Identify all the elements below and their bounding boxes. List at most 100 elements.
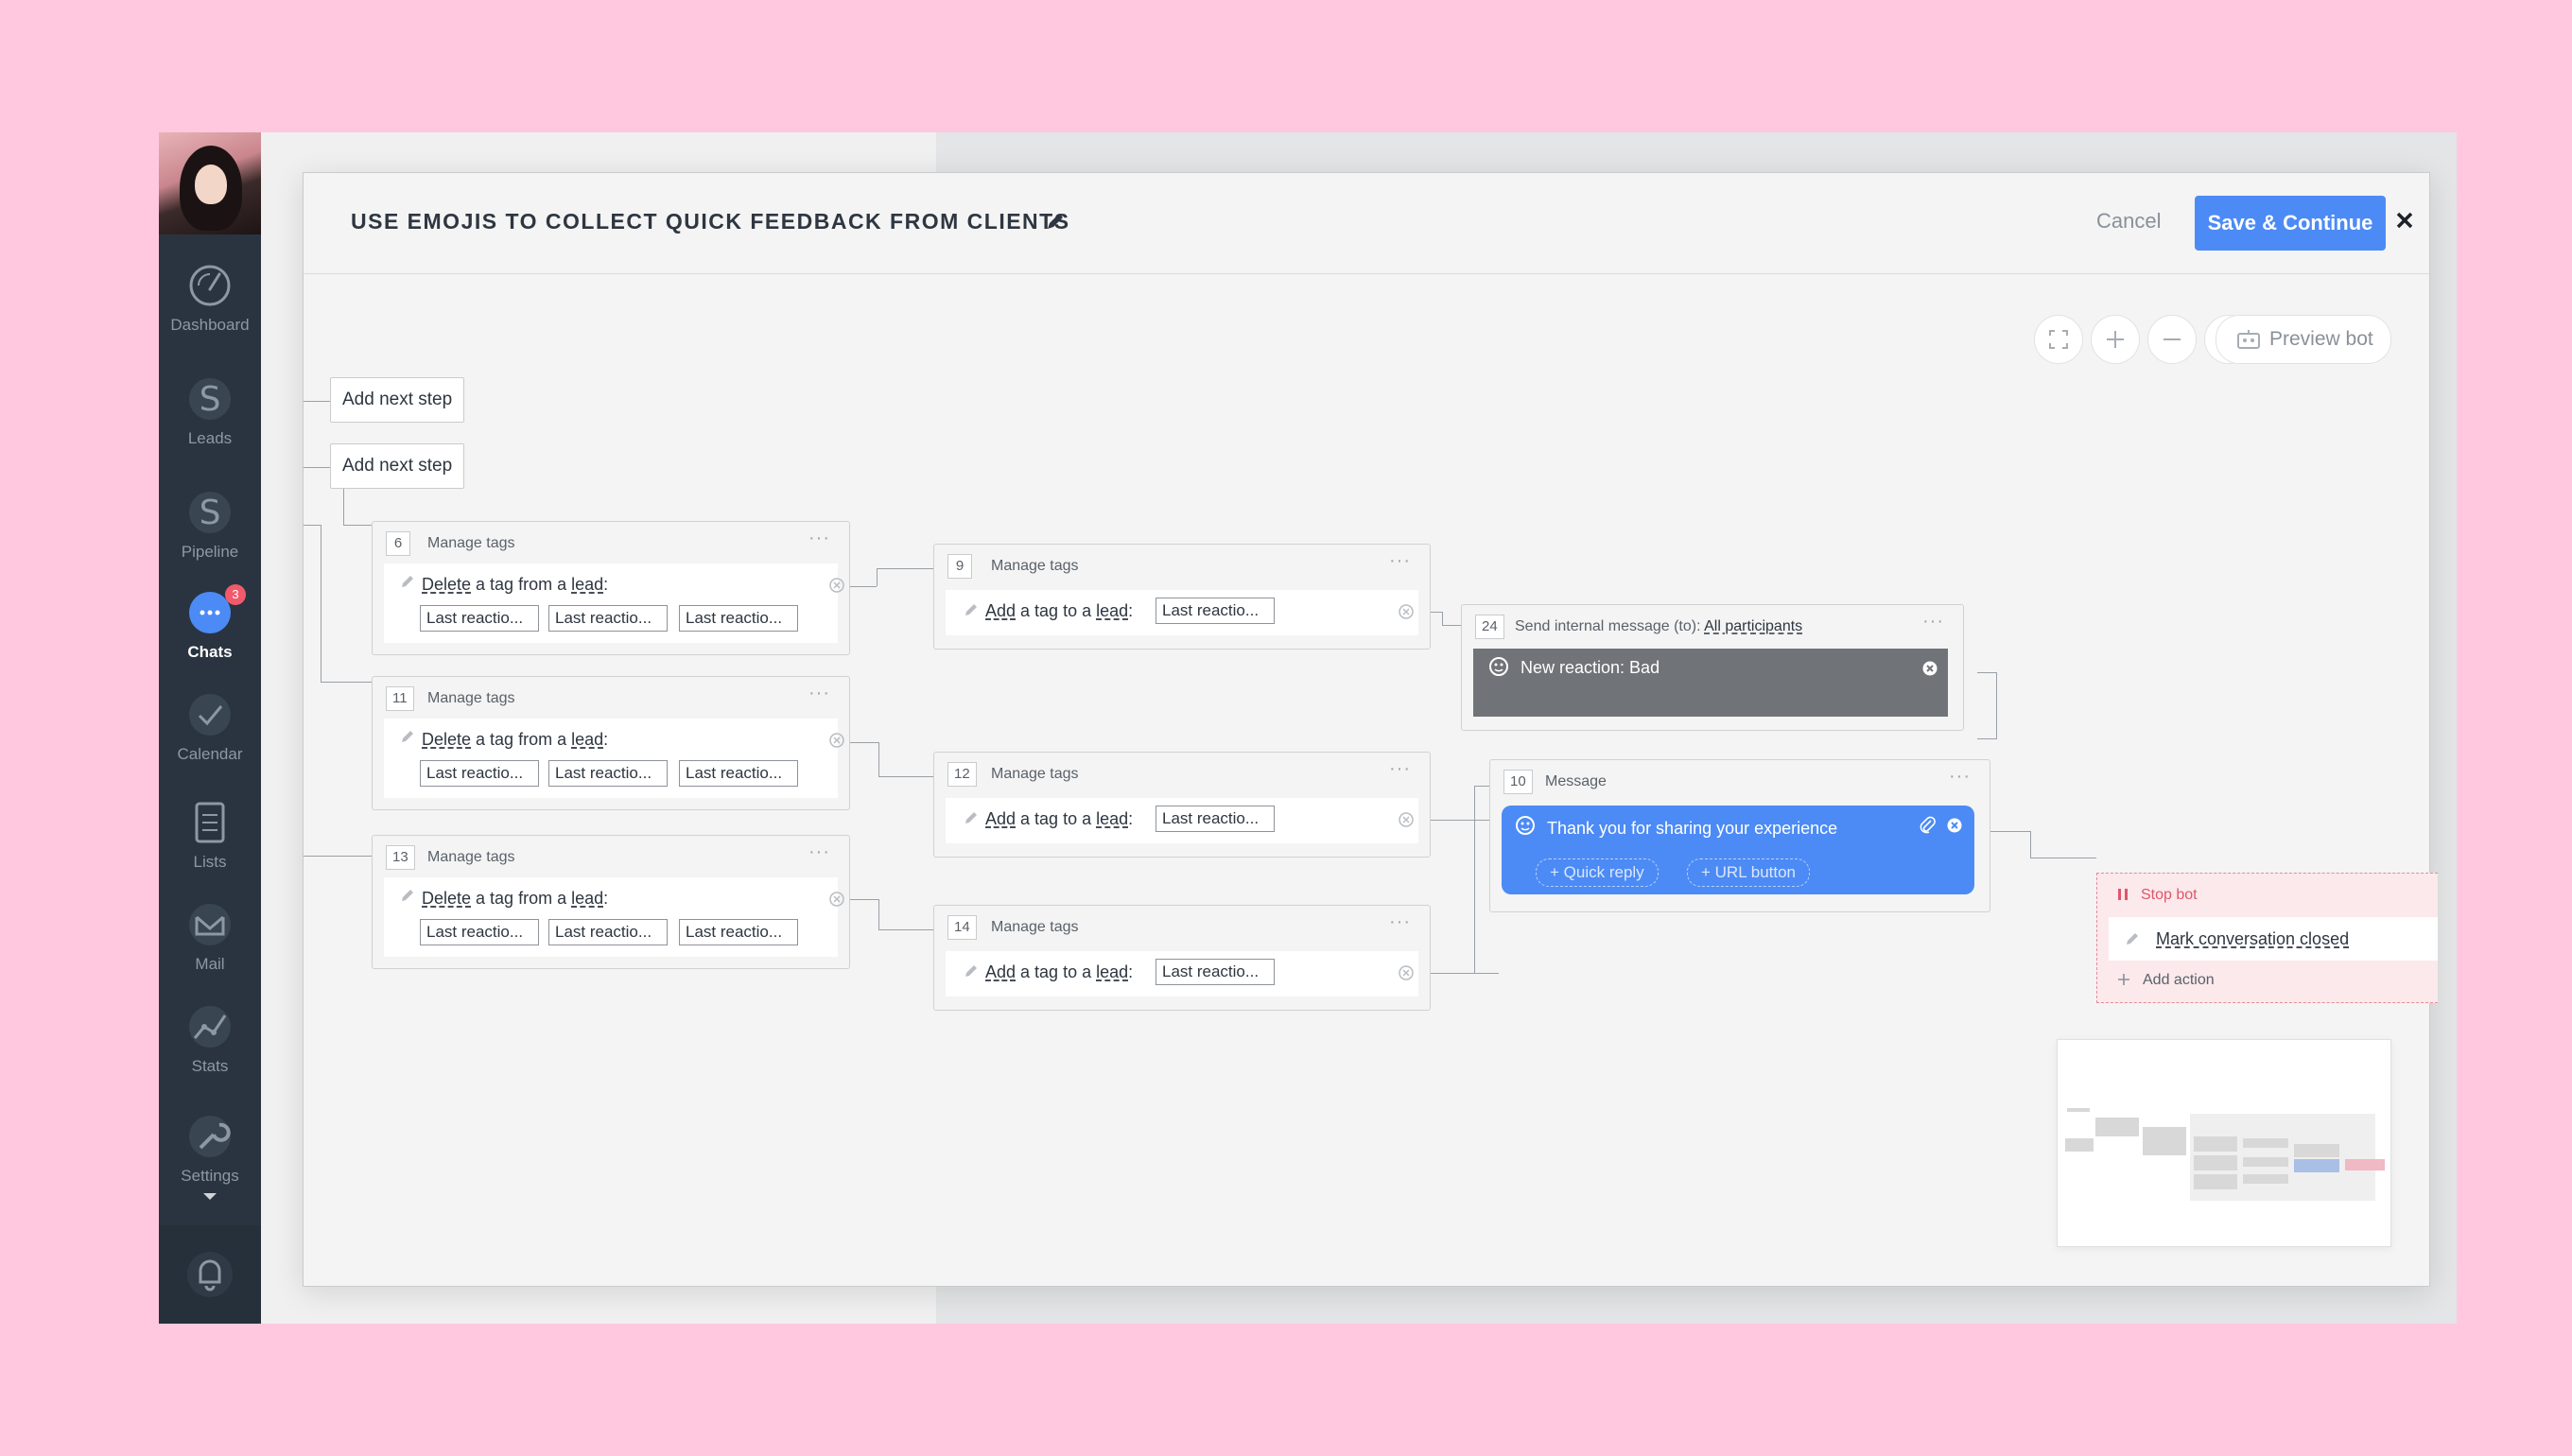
message-bubble[interactable]: Thank you for sharing your experience + … — [1502, 806, 1974, 894]
attachment-icon[interactable] — [1918, 815, 1937, 836]
tag-chip[interactable]: Last reactio... — [1156, 806, 1275, 832]
step-body: Delete a tag from a lead: Last reactio..… — [384, 719, 844, 798]
pencil-icon[interactable] — [963, 962, 980, 979]
zoom-out-button[interactable] — [2147, 315, 2197, 364]
manage-tags-step[interactable]: 6 Manage tags ··· Delete a tag from a le… — [372, 521, 850, 655]
remove-icon[interactable] — [1921, 660, 1938, 677]
sidebar-item-pipeline[interactable]: S Pipeline — [159, 488, 261, 562]
more-icon[interactable]: ··· — [808, 528, 830, 549]
tag-chip[interactable]: Last reactio... — [679, 760, 798, 787]
manage-tags-step[interactable]: 9 Manage tags ··· Add a tag to a lead: L… — [933, 544, 1431, 650]
quick-reply-button[interactable]: + Quick reply — [1536, 858, 1659, 887]
sidebar-item-lists[interactable]: Lists — [159, 798, 261, 872]
minimap[interactable] — [2057, 1039, 2391, 1247]
add-next-step-button[interactable]: Add next step — [330, 377, 465, 423]
close-icon[interactable] — [2391, 207, 2418, 234]
mark-closed-link[interactable]: Mark conversation closed — [2156, 929, 2349, 948]
internal-message-step[interactable]: 24 Send internal message (to): All parti… — [1461, 604, 1964, 731]
connector — [2030, 831, 2031, 858]
more-icon[interactable]: ··· — [808, 683, 830, 704]
manage-tags-step[interactable]: 14 Manage tags ··· Add a tag to a lead: … — [933, 905, 1431, 1011]
action-object[interactable]: lead — [1096, 962, 1128, 981]
sidebar-item-stats[interactable]: Stats — [159, 1002, 261, 1076]
action-verb[interactable]: Delete — [422, 575, 471, 594]
mail-icon — [189, 904, 231, 945]
action-verb[interactable]: Add — [985, 601, 1016, 620]
emoji-icon[interactable] — [1515, 815, 1536, 836]
action-object[interactable]: lead — [571, 889, 603, 908]
manage-tags-step[interactable]: 11 Manage tags ··· Delete a tag from a l… — [372, 676, 850, 810]
url-button[interactable]: + URL button — [1687, 858, 1811, 887]
message-step[interactable]: 10 Message ··· Thank you for sharing you… — [1489, 759, 1990, 912]
tag-chip[interactable]: Last reactio... — [548, 919, 668, 945]
sidebar-item-dashboard[interactable]: Dashboard — [159, 261, 261, 335]
zoom-out-icon — [2164, 338, 2181, 340]
tag-chip[interactable]: Last reactio... — [420, 919, 539, 945]
remove-icon[interactable] — [828, 577, 845, 594]
chevron-down-icon[interactable] — [201, 1191, 218, 1203]
sidebar-item-chats[interactable]: 3 Chats — [159, 584, 261, 662]
action-verb[interactable]: Delete — [422, 730, 471, 749]
more-icon[interactable]: ··· — [1389, 758, 1411, 780]
pencil-icon[interactable] — [2124, 930, 2141, 947]
recipient-link[interactable]: All participants — [1704, 618, 1802, 634]
manage-tags-step[interactable]: 13 Manage tags ··· Delete a tag from a l… — [372, 835, 850, 969]
stop-action-text[interactable]: Mark conversation closed — [2156, 929, 2349, 949]
more-icon[interactable]: ··· — [1389, 550, 1411, 572]
action-verb[interactable]: Delete — [422, 889, 471, 908]
action-verb[interactable]: Add — [985, 962, 1016, 981]
tag-chip[interactable]: Last reactio... — [548, 605, 668, 632]
more-icon[interactable]: ··· — [1949, 766, 1971, 788]
remove-icon[interactable] — [1398, 964, 1415, 981]
fullscreen-button[interactable] — [2034, 315, 2083, 364]
more-icon[interactable]: ··· — [1389, 911, 1411, 933]
remove-icon[interactable] — [828, 891, 845, 908]
sidebar-item-mail[interactable]: Mail — [159, 900, 261, 974]
cancel-button[interactable]: Cancel — [2096, 209, 2161, 234]
tag-chip[interactable]: Last reactio... — [548, 760, 668, 787]
action-object[interactable]: lead — [1096, 601, 1128, 620]
more-icon[interactable]: ··· — [808, 841, 830, 863]
dashboard-icon — [189, 265, 231, 306]
tag-chip[interactable]: Last reactio... — [679, 605, 798, 632]
add-action-button[interactable]: Add action — [2143, 972, 2215, 989]
remove-icon[interactable] — [1398, 811, 1415, 828]
pencil-icon[interactable] — [1043, 209, 1068, 234]
more-icon[interactable]: ··· — [1922, 611, 1944, 633]
preview-bot-button[interactable]: Preview bot — [2216, 315, 2391, 364]
step-body: Add a tag to a lead: Last reactio... — [946, 798, 1418, 843]
sidebar-item-settings[interactable]: Settings — [159, 1112, 261, 1203]
tag-chip[interactable]: Last reactio... — [420, 760, 539, 787]
pencil-icon[interactable] — [399, 887, 416, 904]
tag-chip[interactable]: Last reactio... — [1156, 959, 1275, 985]
sidebar-item-calendar[interactable]: Calendar — [159, 690, 261, 764]
remove-icon[interactable] — [828, 732, 845, 749]
pencil-icon[interactable] — [963, 601, 980, 618]
tag-chip[interactable]: Last reactio... — [679, 919, 798, 945]
remove-icon[interactable] — [1946, 817, 1963, 834]
action-object[interactable]: lead — [571, 730, 603, 749]
avatar[interactable] — [159, 132, 261, 234]
action-object[interactable]: lead — [571, 575, 603, 594]
app-window: Dashboard S Leads S Pipeline 3 Chats Cal… — [159, 132, 2457, 1324]
internal-message-body[interactable]: New reaction: Bad — [1473, 649, 1948, 717]
sidebar-item-label: Leads — [187, 429, 233, 447]
notifications[interactable] — [159, 1225, 261, 1324]
step-number: 12 — [947, 762, 977, 787]
pencil-icon[interactable] — [399, 573, 416, 590]
remove-icon[interactable] — [1398, 603, 1415, 620]
sidebar-item-leads[interactable]: S Leads — [159, 374, 261, 448]
emoji-icon[interactable] — [1488, 656, 1509, 677]
tag-chip[interactable]: Last reactio... — [420, 605, 539, 632]
action-verb[interactable]: Add — [985, 809, 1016, 828]
action-object[interactable]: lead — [1096, 809, 1128, 828]
pencil-icon[interactable] — [963, 809, 980, 826]
pencil-icon[interactable] — [399, 728, 416, 745]
add-next-step-button[interactable]: Add next step — [330, 443, 465, 489]
manage-tags-step[interactable]: 12 Manage tags ··· Add a tag to a lead: … — [933, 752, 1431, 858]
save-continue-button[interactable]: Save & Continue — [2195, 196, 2386, 251]
message-text[interactable]: Thank you for sharing your experience — [1547, 819, 1837, 839]
zoom-in-button[interactable] — [2091, 315, 2140, 364]
stop-bot-step[interactable]: Stop bot Mark conversation closed Add ac… — [2096, 873, 2438, 1003]
tag-chip[interactable]: Last reactio... — [1156, 598, 1275, 624]
